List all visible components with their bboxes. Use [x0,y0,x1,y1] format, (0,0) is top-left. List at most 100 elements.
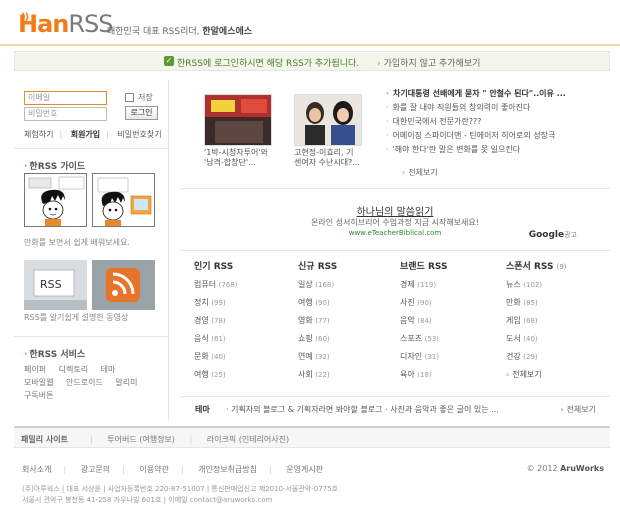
rss-category-link[interactable]: 음식 (61) [194,330,294,348]
category-name: 연예 [298,352,313,361]
separator: | [189,435,193,444]
video-caption[interactable]: RSS를 알기쉽게 설명한 동영상 [24,312,128,323]
rss-category-link[interactable]: 건강 (29) [506,348,606,366]
find-password-link[interactable]: 비밀번호찾기 [117,130,161,139]
news-item[interactable]: 어메이징 스파이더맨 - 틴에이저 히어로의 성장극 [386,129,606,143]
rss-category-link[interactable]: 경제 (119) [400,276,500,294]
check-icon: ✓ [164,56,174,66]
notice-message: 한RSS에 로그인하시면 해당 RSS가 추가됩니다. [177,59,360,69]
service-mobileweb-link[interactable]: 모바일웹 [24,376,53,389]
new-rss-heading[interactable]: 신규 RSS [298,259,398,276]
rss-category-link[interactable]: 사회 (22) [298,366,398,384]
tourbird-link[interactable]: 투어버드 (여행정보) [107,435,175,444]
rss-category-link[interactable]: 쇼핑 (60) [298,330,398,348]
rss-category-link[interactable]: 문화 (40) [194,348,294,366]
guide-cartoon-2[interactable] [92,173,155,227]
ad-inquiry-link[interactable]: 광고문의 [81,465,110,474]
rss-category-link[interactable]: 만화 (85) [506,294,606,312]
divider [14,336,169,337]
rss-category-link[interactable]: 연예 (32) [298,348,398,366]
likepick-link[interactable]: 라이크픽 (인테리어사진) [207,435,289,444]
sponsor-rss-heading[interactable]: 스폰서 RSS (9) [506,259,606,276]
password-field[interactable]: 비밀번호 [24,107,107,121]
category-name: 게임 [506,316,521,325]
about-link[interactable]: 회사소개 [22,465,51,474]
login-button[interactable]: 로그인 [125,106,158,120]
rss-category-link[interactable]: 뉴스 (102) [506,276,606,294]
news-photo-1[interactable] [204,94,272,146]
email-field[interactable]: 이메일 [24,91,107,105]
sponsor-view-all-link[interactable]: 전체보기 [506,366,606,383]
google-ads-label[interactable]: Google광고 [529,230,577,240]
news-item[interactable]: 화를 잘 내야 직원들의 창의력이 좋아진다 [386,101,606,115]
rss-category-link[interactable]: 디자인 (31) [400,348,500,366]
category-name: 정치 [194,298,209,307]
category-name: 여행 [194,370,209,379]
ad-block: 하나님의 말씀읽기 온라인 성서히브리어 수업과정 지금 시작해보세요! www… [180,188,610,246]
rss-icon-video-thumbnail[interactable] [92,260,155,310]
guide-cartoon-1[interactable] [24,173,87,227]
theme-label: 테마 [195,405,210,414]
rss-category-link[interactable]: 영화 (77) [298,312,398,330]
rss-category-link[interactable]: 스포츠 (53) [400,330,500,348]
service-notifier-link[interactable]: 알리미 [115,376,137,389]
news-item[interactable]: 대한민국에서 전문가란??? [386,115,606,129]
category-count: (68) [523,317,538,325]
category-name: 영화 [298,316,313,325]
category-name: 건강 [506,352,521,361]
brand-rss-heading[interactable]: 브랜드 RSS [400,259,500,276]
heading-text: 스폰서 RSS [506,262,554,272]
rss-category-link[interactable]: 정치 (99) [194,294,294,312]
rss-category-link[interactable]: 육아 (18) [400,366,500,384]
save-login-checkbox[interactable] [125,93,134,102]
hanrss-logo[interactable]: )) HanRSS [18,11,114,37]
ad-title-link[interactable]: 하나님의 말씀읽기 [180,203,610,218]
privacy-link[interactable]: 개인정보취급방침 [198,465,257,474]
category-count: (40) [523,335,538,343]
category-name: 육아 [400,370,415,379]
category-count: (77) [315,317,330,325]
service-paper-link[interactable]: 페이퍼 [24,363,46,376]
services-title: 한RSS 서비스 [24,347,85,360]
category-count: (85) [523,299,538,307]
add-without-join-link[interactable]: 가입하지 않고 추가해보기 [377,56,481,69]
rss-category-link[interactable]: 게임 (68) [506,312,606,330]
rss-sign-thumbnail[interactable]: RSS [24,260,87,310]
save-login-label: 저장 [138,93,153,102]
service-theme-link[interactable]: 테마 [101,363,116,376]
rss-category-link[interactable]: 여행 (90) [298,294,398,312]
rss-category-link[interactable]: 일상 (168) [298,276,398,294]
family-sites-bar: 패밀리 사이트 | 투어버드 (여행정보) | 라이크픽 (인테리어사진) [14,426,610,448]
left-sidebar: 이메일 비밀번호 저장 로그인 체험하기| 회원가입| 비밀번호찾기 한RSS … [14,80,169,420]
category-name: 음악 [400,316,415,325]
rss-category-link[interactable]: 음악 (84) [400,312,500,330]
login-notice-bar: ✓ 한RSS에 로그인하시면 해당 RSS가 추가됩니다. 가입하지 않고 추가… [14,51,610,71]
theme-view-all-link[interactable]: 전체보기 [560,404,596,415]
news-photo-2-caption[interactable]: 고현정-이효리, 기 센여자 수난시대?... [294,148,374,168]
news-view-all-link[interactable]: 전체보기 [402,167,437,178]
category-count: (18) [417,371,432,379]
rss-category-link[interactable]: 컴퓨터 (768) [194,276,294,294]
news-item[interactable]: 차기대통령 선배에게 묻자 " 안철수 된다"..이유 ... [386,87,606,101]
popular-rss-heading[interactable]: 인기 RSS [194,259,294,276]
cartoon-caption[interactable]: 만화를 보면서 쉽게 배워보세요. [24,237,130,248]
service-subscribe-button-link[interactable]: 구독버튼 [24,389,53,402]
terms-link[interactable]: 이용약관 [139,465,168,474]
trial-link[interactable]: 체험하기 [24,130,53,139]
news-photo-1-caption[interactable]: '1박-시청자투어'와 '남격-합창단'... [204,148,284,168]
rss-category-link[interactable]: 도서 (40) [506,330,606,348]
rss-category-link[interactable]: 사진 (90) [400,294,500,312]
new-rss-column: 신규 RSS 일상 (168) 여행 (90) 영화 (77) 쇼핑 (60) … [298,259,398,384]
service-android-link[interactable]: 안드로이드 [66,376,103,389]
theme-items-link[interactable]: · 기획자의 블로그 & 기획자라면 봐야할 블로그 · 사진과 음악과 좋은 … [226,404,499,415]
news-item[interactable]: '해야 한다'란 말은 변화를 못 일으킨다 [386,143,606,157]
signup-link[interactable]: 회원가입 [71,130,100,139]
rss-category-link[interactable]: 여행 (25) [194,366,294,384]
news-photo-2[interactable] [294,94,362,146]
operations-board-link[interactable]: 운영게시판 [286,465,323,474]
category-count: (90) [417,299,432,307]
rss-category-link[interactable]: 경영 (78) [194,312,294,330]
category-name: 스포츠 [400,334,423,343]
service-directory-link[interactable]: 디렉토리 [59,363,88,376]
category-count: (99) [211,299,226,307]
